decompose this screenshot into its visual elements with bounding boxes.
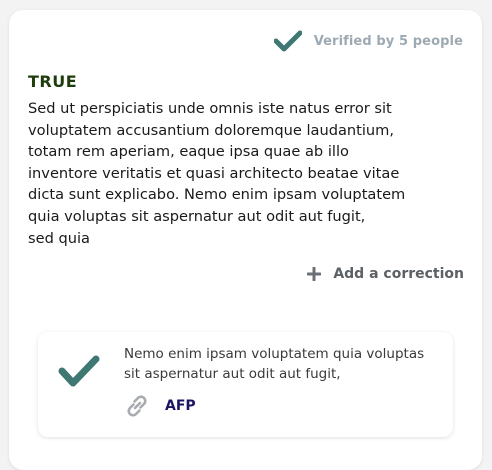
plus-icon (307, 267, 322, 281)
verified-row: Verified by 5 people (273, 30, 463, 52)
verified-count-text: Verified by 5 people (313, 33, 463, 49)
source-link-row: AFP (123, 392, 196, 420)
source-card: Nemo enim ipsam voluptatem quia voluptas… (38, 332, 453, 437)
fact-check-card: Verified by 5 people TRUE Sed ut perspic… (9, 10, 482, 470)
source-link-afp[interactable]: AFP (165, 398, 196, 414)
checkmark-icon (58, 355, 100, 387)
claim-text: Sed ut perspiciatis unde omnis iste natu… (28, 100, 406, 247)
verdict-label: TRUE (28, 72, 78, 91)
checkmark-icon (273, 30, 302, 52)
source-excerpt: Nemo enim ipsam voluptatem quia voluptas… (124, 346, 425, 382)
link-icon (127, 395, 147, 417)
add-correction-label: Add a correction (333, 266, 464, 282)
add-correction-button[interactable]: Add a correction (307, 266, 464, 282)
